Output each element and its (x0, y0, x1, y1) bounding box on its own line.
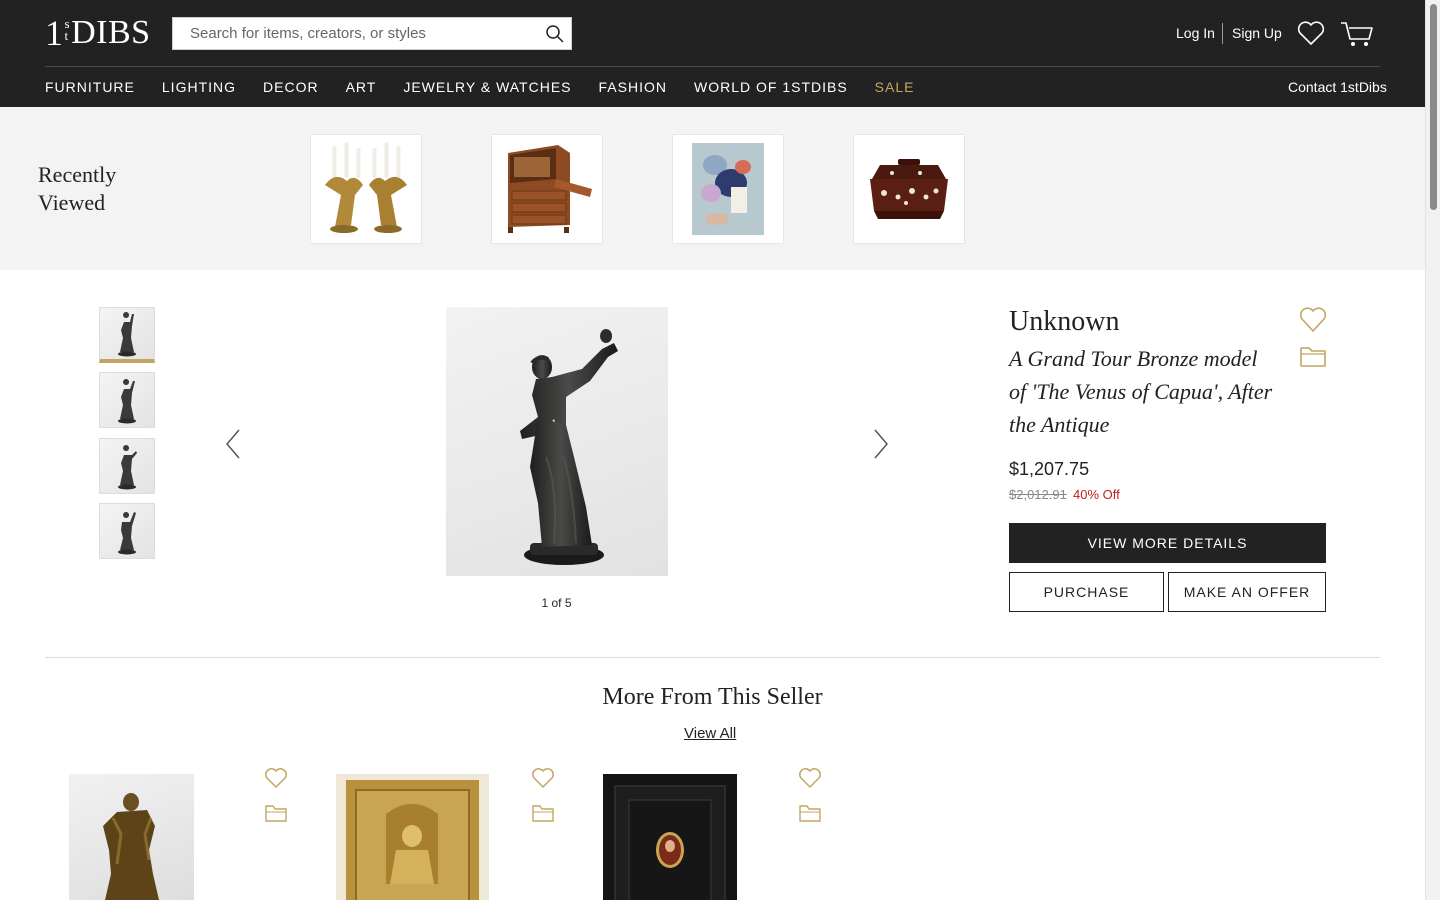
gallery-thumbnail-4[interactable] (99, 503, 155, 559)
original-price: $2,012.91 (1009, 487, 1067, 502)
auth-divider (1222, 23, 1223, 44)
search-input[interactable] (173, 18, 533, 49)
search-icon[interactable] (545, 24, 565, 44)
product-title: A Grand Tour Bronze model of 'The Venus … (1009, 346, 1273, 437)
framed-miniature-image (603, 774, 737, 900)
nav-lighting[interactable]: LIGHTING (162, 78, 236, 96)
venus-thumbnail-image (118, 379, 136, 424)
gilt-relief-image (346, 780, 479, 900)
logo-numeral: 1 (45, 13, 64, 53)
logo-wordmark: DIBS (71, 14, 151, 51)
logo[interactable]: 1 s t DIBS (45, 14, 151, 52)
gallery-next-arrow-icon[interactable] (873, 428, 889, 460)
recently-viewed-item-tea-caddy[interactable] (853, 134, 965, 244)
tea-caddy-image (870, 159, 948, 219)
seller-item-2-heart-icon[interactable] (531, 767, 555, 789)
recently-viewed-item-candelabra[interactable] (310, 134, 422, 244)
nav-world-of-1stdibs[interactable]: WORLD OF 1STDIBS (694, 78, 848, 96)
nav-decor[interactable]: DECOR (263, 78, 319, 96)
cart-icon[interactable] (1340, 20, 1374, 48)
nav-furniture[interactable]: FURNITURE (45, 78, 135, 96)
view-more-details-button[interactable]: VIEW MORE DETAILS (1009, 523, 1326, 563)
recently-viewed-section: Recently Viewed (0, 107, 1425, 270)
purchase-button[interactable]: PURCHASE (1009, 572, 1164, 612)
logo-t: t (64, 28, 69, 43)
discount-badge: 40% Off (1073, 487, 1120, 502)
recently-viewed-title-line1: Recently (38, 162, 117, 187)
contact-link[interactable]: Contact 1stDibs (1288, 79, 1387, 95)
main-nav: FURNITURE LIGHTING DECOR ART JEWELRY & W… (45, 78, 941, 96)
seller-item-1-image[interactable] (69, 774, 194, 900)
login-link[interactable]: Log In (1176, 25, 1215, 41)
seller-item-2-image[interactable] (336, 774, 489, 900)
seller-item-3-image[interactable] (603, 774, 737, 900)
venus-statue-image (520, 329, 618, 565)
bureau-image (508, 145, 592, 233)
header-divider (45, 66, 1380, 67)
recently-viewed-title-line2: Viewed (38, 190, 106, 215)
site-header: 1 s t DIBS Log In Sign Up FURNITURE LIGH… (0, 0, 1425, 107)
logo-superscript: s t (64, 17, 71, 43)
seller-item-3-heart-icon[interactable] (798, 767, 822, 789)
search-bar (172, 17, 572, 50)
recently-viewed-item-painting[interactable] (672, 134, 784, 244)
seller-item-2-folder-icon[interactable] (532, 804, 554, 822)
hercules-bronze-image (103, 793, 159, 900)
page-scrollbar[interactable] (1425, 0, 1440, 900)
seller-item-1-folder-icon[interactable] (265, 804, 287, 822)
venus-thumbnail-image (118, 312, 136, 357)
product-price: $1,207.75 (1009, 459, 1090, 479)
seller-item-1-heart-icon[interactable] (264, 767, 288, 789)
add-to-folder-icon[interactable] (1299, 344, 1327, 368)
nav-fashion[interactable]: FASHION (599, 78, 667, 96)
favorite-heart-icon[interactable] (1299, 306, 1327, 333)
candelabra-image (325, 142, 407, 233)
product-main-image[interactable] (446, 307, 668, 576)
favorites-heart-icon[interactable] (1297, 20, 1325, 46)
abstract-painting-image (692, 143, 764, 235)
venus-thumbnail-image (118, 512, 136, 555)
scrollbar-thumb[interactable] (1430, 4, 1437, 210)
make-an-offer-button[interactable]: MAKE AN OFFER (1168, 572, 1326, 612)
recently-viewed-title: Recently Viewed (38, 161, 158, 217)
section-divider (45, 657, 1380, 658)
nav-art[interactable]: ART (346, 78, 377, 96)
venus-thumbnail-image (118, 445, 137, 490)
signup-link[interactable]: Sign Up (1232, 25, 1282, 41)
image-counter: 1 of 5 (541, 596, 572, 610)
gallery-thumbnail-1[interactable] (99, 307, 155, 363)
recently-viewed-item-bureau[interactable] (491, 134, 603, 244)
view-all-link[interactable]: View All (684, 725, 736, 742)
seller-item-3-folder-icon[interactable] (799, 804, 821, 822)
gallery-prev-arrow-icon[interactable] (225, 428, 241, 460)
nav-jewelry-watches[interactable]: JEWELRY & WATCHES (403, 78, 571, 96)
gallery-thumbnail-2[interactable] (99, 372, 155, 428)
product-creator[interactable]: Unknown (1009, 306, 1119, 338)
gallery-thumbnail-3[interactable] (99, 438, 155, 494)
nav-sale[interactable]: SALE (875, 78, 915, 96)
more-from-seller-title: More From This Seller (602, 684, 823, 710)
